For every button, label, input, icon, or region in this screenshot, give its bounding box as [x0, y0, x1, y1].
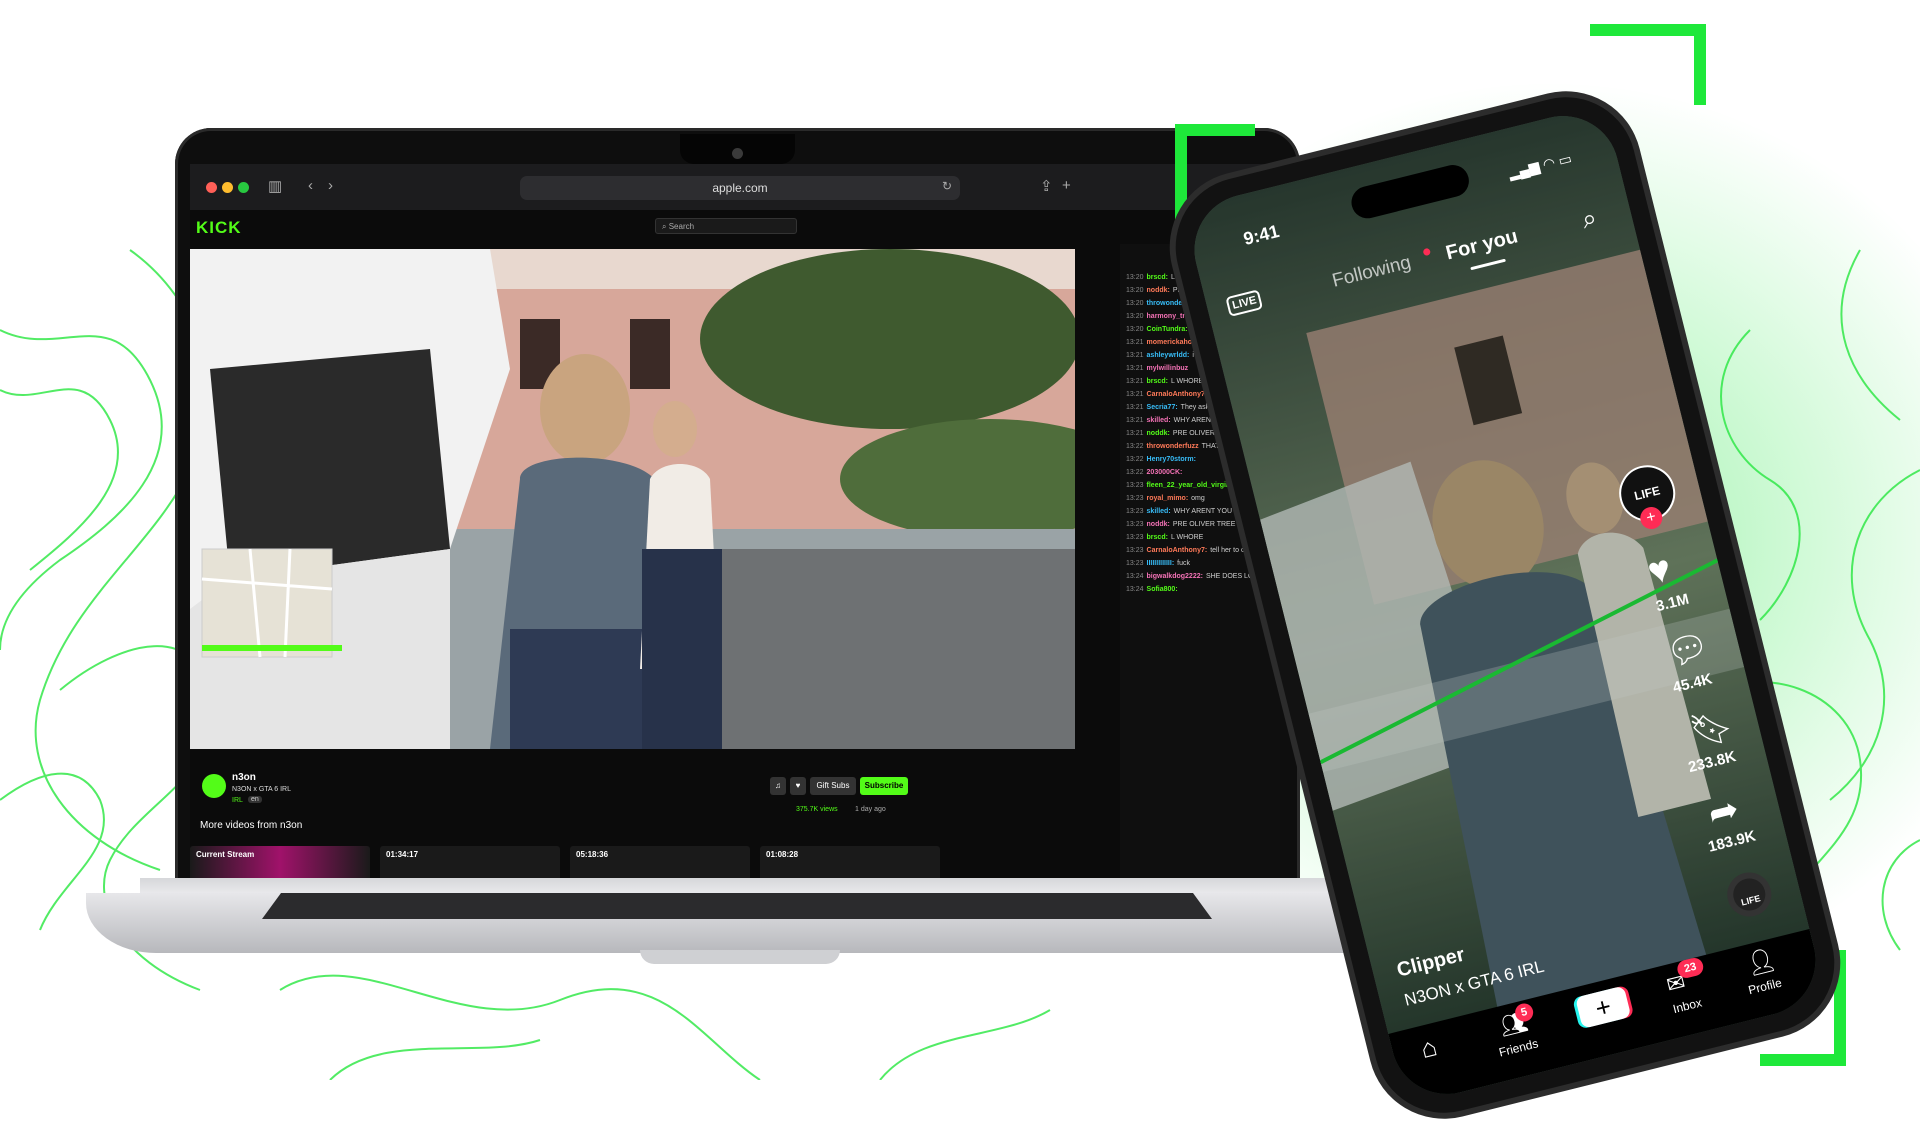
new-tab-icon[interactable]: +: [1062, 177, 1071, 194]
chat-timestamp: 13:24: [1126, 586, 1144, 593]
stream-title: N3ON x GTA 6 IRL: [232, 786, 291, 793]
chat-timestamp: 13:22: [1126, 456, 1144, 463]
chat-username[interactable]: IIIIIIIIIIIII:: [1147, 560, 1175, 567]
chat-timestamp: 13:23: [1126, 508, 1144, 515]
chat-text: L WHORE: [1170, 534, 1204, 541]
back-icon[interactable]: ‹: [308, 177, 313, 194]
chat-timestamp: 13:21: [1126, 404, 1144, 411]
camera-dot: [732, 148, 743, 159]
video-thumbnail[interactable]: 01:34:17: [380, 846, 560, 882]
browser-toolbar: ▥ ‹ › apple.com ↻ ⇪ +: [190, 164, 1280, 210]
chat-timestamp: 13:23: [1126, 547, 1144, 554]
url-text: apple.com: [712, 181, 768, 195]
chat-username[interactable]: ashleywrldd:: [1147, 352, 1190, 359]
chat-username[interactable]: noddk:: [1147, 287, 1170, 294]
subscribe-button[interactable]: Subscribe: [860, 777, 908, 795]
chat-username[interactable]: 203000CK:: [1147, 469, 1183, 476]
thumbnail-label: Current Stream: [196, 850, 255, 859]
streamer-name[interactable]: n3on: [232, 772, 256, 783]
chat-timestamp: 13:20: [1126, 287, 1144, 294]
chat-username[interactable]: mylwillinbuz: [1147, 365, 1189, 372]
chat-username[interactable]: skilled:: [1147, 417, 1171, 424]
chat-text: omg: [1191, 495, 1205, 502]
chat-message: 13:24bigwalkdog2222:SHE DOES LOWKEY LOOK…: [1126, 572, 1276, 581]
trackpad-notch: [640, 950, 840, 964]
stream-age: 1 day ago: [855, 806, 886, 813]
chat-timestamp: 13:22: [1126, 469, 1144, 476]
chat-timestamp: 13:23: [1126, 534, 1144, 541]
reload-icon[interactable]: ↻: [942, 179, 952, 193]
more-videos-heading: More videos from n3on: [200, 820, 303, 831]
chat-timestamp: 13:24: [1126, 573, 1144, 580]
chat-username[interactable]: CarnaloAnthony7:: [1147, 547, 1208, 554]
kick-header: KICK ⌕ Search: [190, 210, 1280, 244]
disc-logo-text: LIFE: [1740, 893, 1762, 908]
avatar-logo-text: LIFE: [1632, 483, 1662, 504]
language-tag[interactable]: en: [248, 796, 262, 803]
chat-username[interactable]: throwonderfuzz: [1147, 443, 1199, 450]
video-thumbnail[interactable]: Current Stream: [190, 846, 370, 882]
video-frame-art: [190, 249, 1075, 749]
chat-text: L WHORE: [1170, 378, 1204, 385]
chat-timestamp: 13:22: [1126, 443, 1144, 450]
search-input[interactable]: ⌕ Search: [655, 218, 797, 234]
video-player[interactable]: [190, 249, 1075, 749]
chat-timestamp: 13:21: [1126, 365, 1144, 372]
gift-subs-button[interactable]: Gift Subs: [810, 777, 856, 795]
forward-icon[interactable]: ›: [328, 177, 333, 194]
video-thumbnail[interactable]: 05:18:36: [570, 846, 750, 882]
minimize-window-button[interactable]: [222, 182, 233, 193]
chat-text: fuck: [1177, 560, 1190, 567]
chat-username[interactable]: noddk:: [1147, 430, 1170, 437]
category-tag[interactable]: IRL: [232, 797, 243, 804]
view-count: 375.7K views: [796, 806, 838, 813]
laptop-screen: ▥ ‹ › apple.com ↻ ⇪ + KICK ⌕ Search n3on…: [190, 164, 1280, 884]
chat-timestamp: 13:23: [1126, 482, 1144, 489]
chat-username[interactable]: CarnaloAnthony7:: [1147, 391, 1208, 398]
chat-timestamp: 13:23: [1126, 495, 1144, 502]
chat-username[interactable]: Henry70storm:: [1147, 456, 1196, 463]
close-window-button[interactable]: [206, 182, 217, 193]
chat-timestamp: 13:21: [1126, 378, 1144, 385]
thumbnail-label: 05:18:36: [576, 850, 609, 859]
chat-username[interactable]: royal_mimo:: [1147, 495, 1189, 502]
notification-bell-icon[interactable]: ♫: [770, 777, 786, 795]
chat-timestamp: 13:20: [1126, 274, 1144, 281]
chat-timestamp: 13:23: [1126, 560, 1144, 567]
chat-timestamp: 13:23: [1126, 521, 1144, 528]
chat-timestamp: 13:20: [1126, 300, 1144, 307]
follow-heart-icon[interactable]: ♥: [790, 777, 806, 795]
chat-username[interactable]: brscd:: [1147, 274, 1168, 281]
chat-username[interactable]: brscd:: [1147, 378, 1168, 385]
chat-timestamp: 13:21: [1126, 417, 1144, 424]
thumbnail-label: 01:08:28: [766, 850, 799, 859]
chat-text: PRE OLIVER TREE: [1172, 521, 1236, 528]
chat-timestamp: 13:20: [1126, 326, 1144, 333]
chat-username[interactable]: bigwalkdog2222:: [1147, 573, 1203, 580]
chat-timestamp: 13:21: [1126, 352, 1144, 359]
chat-timestamp: 13:21: [1126, 391, 1144, 398]
chat-timestamp: 13:21: [1126, 430, 1144, 437]
share-icon[interactable]: ⇪: [1040, 177, 1053, 195]
chat-username[interactable]: skilled:: [1147, 508, 1171, 515]
thumbnail-label: 01:34:17: [386, 850, 419, 859]
chat-username[interactable]: noddk:: [1147, 521, 1170, 528]
video-thumbnail[interactable]: 01:08:28: [760, 846, 940, 882]
search-placeholder: Search: [668, 222, 695, 231]
chat-username[interactable]: fleen_22_year_old_virgin:: [1147, 482, 1233, 489]
chat-username[interactable]: CoinTundra:: [1147, 326, 1188, 333]
kick-logo[interactable]: KICK: [196, 218, 242, 238]
chat-username[interactable]: Secria77:: [1147, 404, 1178, 411]
chat-message: 13:24 Sofia800:: [1126, 585, 1276, 594]
url-bar[interactable]: apple.com: [520, 176, 960, 200]
chat-timestamp: 13:20: [1126, 313, 1144, 320]
chat-timestamp: 13:21: [1126, 339, 1144, 346]
sidebar-toggle-icon[interactable]: ▥: [268, 177, 282, 195]
chat-username[interactable]: brscd:: [1147, 534, 1168, 541]
avatar[interactable]: [202, 774, 226, 798]
keyboard-edge: [262, 893, 1212, 919]
chat-username[interactable]: momerickaho2:: [1147, 339, 1199, 346]
chat-username[interactable]: Sofia800:: [1147, 586, 1178, 593]
zoom-window-button[interactable]: [238, 182, 249, 193]
